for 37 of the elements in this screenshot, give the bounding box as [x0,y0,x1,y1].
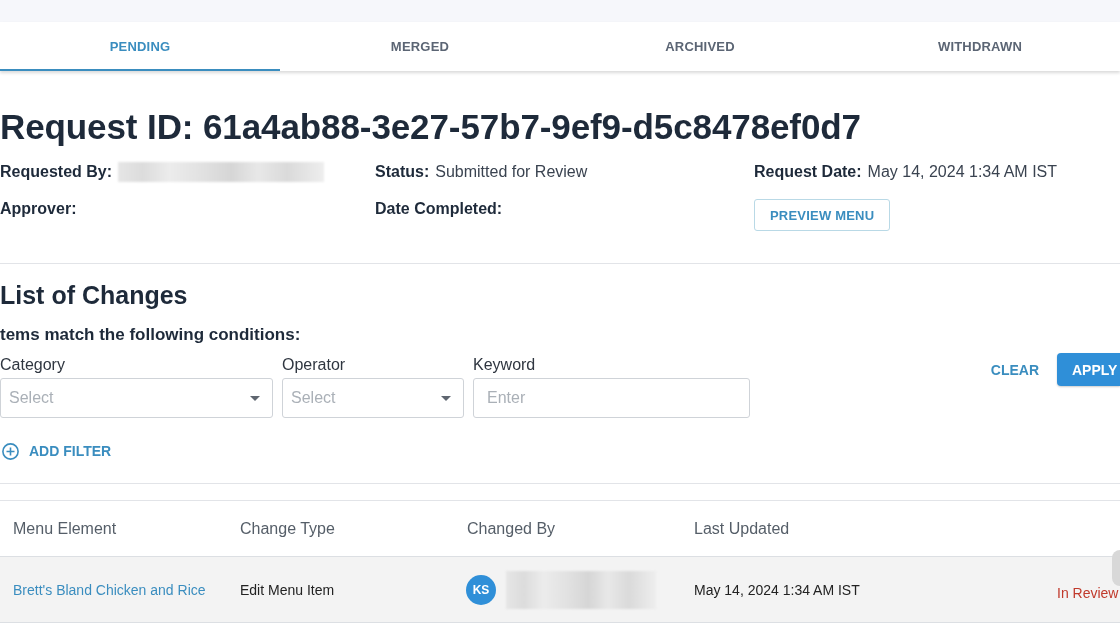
field-value: Submitted for Review [435,162,588,182]
filter-label: Keyword [473,355,537,375]
plus-circle-icon [2,442,19,460]
table-cell-text: May 14, 2024 1:34 AM IST [694,581,861,598]
field-label: Status: [375,162,430,182]
column-header: Menu Element [13,519,118,538]
add-filter-button[interactable]: ADD FILTER [2,441,112,461]
filter-label: Category [0,355,66,375]
round-button[interactable] [1112,550,1120,586]
select-field[interactable]: Select [282,378,464,418]
tab[interactable]: PENDING [0,22,280,71]
initials-avatar: KS [466,574,496,605]
conditions-text: tems match the following conditions: [0,324,302,346]
keyword-field[interactable]: Enter [473,378,750,418]
tab[interactable]: ARCHIVED [560,22,840,71]
preview-menu-button[interactable]: PREVIEW MENU [754,199,891,231]
section-title: List of Changes [0,280,189,310]
apply-button[interactable]: APPLY [1057,353,1120,386]
clear-button[interactable]: CLEAR [990,361,1039,378]
table-cell-text: Edit Menu Item [240,581,336,598]
caret-icon [250,395,260,401]
column-header: Changed By [467,519,557,538]
caret-icon [441,395,451,401]
field-label: Date Completed: [375,199,503,219]
tab[interactable]: MERGED [280,22,560,71]
column-header: Last Updated [694,519,791,538]
status-text: In Review [1057,585,1120,601]
page-title: Request ID: 61a4ab88-3e27-57b7-9ef9-d5c8478ef0d7 [0,106,862,147]
field-label: Approver: [0,199,77,219]
select-field[interactable]: Select [0,378,273,418]
filter-label: Operator [282,355,347,375]
field-value: May 14, 2024 1:34 AM IST [867,162,1057,182]
menu-element-link[interactable]: Brett's Bland Chicken and Rice [13,581,240,598]
column-header: Change Type [240,519,336,538]
field-label: Requested By: [0,162,113,182]
tab[interactable]: WITHDRAWN [840,22,1120,71]
field-label: Request Date: [754,162,862,182]
